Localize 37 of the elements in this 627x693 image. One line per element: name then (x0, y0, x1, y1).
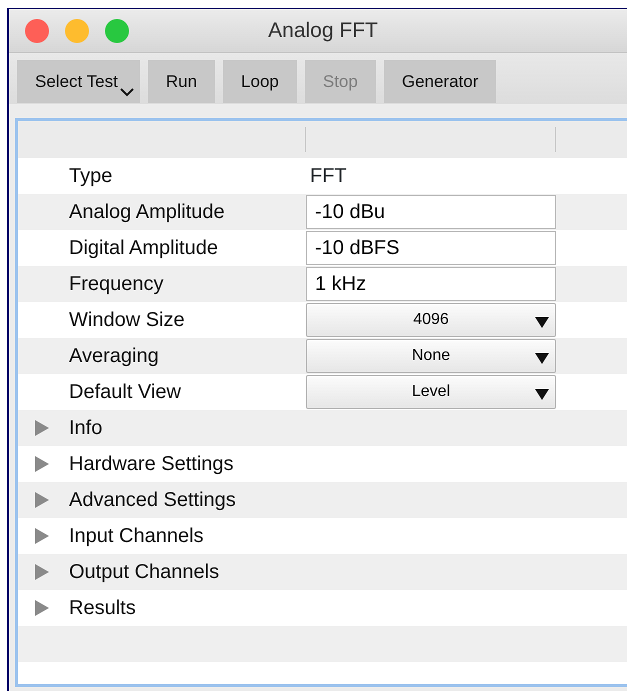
value-field[interactable]: 1 kHz (306, 267, 556, 301)
property-label: Frequency (69, 272, 164, 297)
disclosure-triangle-icon[interactable] (35, 564, 49, 580)
disclosure-triangle-icon[interactable] (35, 456, 49, 472)
disclosure-triangle-icon[interactable] (35, 420, 49, 436)
property-label: Type (69, 164, 114, 189)
property-label: Averaging (69, 344, 160, 369)
dropdown-arrow-icon (535, 389, 549, 400)
zoom-button[interactable] (105, 18, 129, 42)
group-row[interactable]: Output Channels (18, 554, 627, 590)
toolbar-button[interactable]: Loop (223, 60, 297, 103)
dropdown-arrow-icon (535, 317, 549, 328)
dropdown[interactable]: 4096 (306, 303, 556, 337)
group-row[interactable]: Hardware Settings (18, 446, 627, 482)
dropdown-arrow-icon (535, 353, 549, 364)
toolbar-button[interactable]: Generator (384, 60, 496, 103)
disclosure-triangle-icon[interactable] (35, 528, 49, 544)
value-field[interactable]: -10 dBu (306, 195, 556, 229)
window-title: Analog FFT (267, 18, 379, 44)
property-label: Default View (69, 380, 182, 405)
disclosure-triangle-icon[interactable] (35, 492, 49, 508)
close-button[interactable] (25, 18, 49, 42)
group-row[interactable]: Input Channels (18, 518, 627, 554)
toolbar-button[interactable]: Run (148, 60, 216, 103)
dropdown[interactable]: Level (306, 375, 556, 409)
select-test-menu-button[interactable]: Select Test (17, 60, 140, 103)
chevron-down-icon (120, 88, 134, 97)
group-row[interactable]: Results (18, 590, 627, 626)
disclosure-triangle-icon[interactable] (35, 600, 49, 616)
property-label: Window Size (69, 308, 186, 333)
dropdown[interactable]: None (306, 339, 556, 373)
value-field[interactable]: -10 dBFS (306, 231, 556, 265)
group-row[interactable]: Info (18, 410, 627, 446)
property-value: FFT (309, 164, 348, 189)
group-row[interactable]: Advanced Settings (18, 482, 627, 518)
property-label: Analog Amplitude (69, 200, 226, 225)
property-label: Digital Amplitude (69, 236, 219, 261)
